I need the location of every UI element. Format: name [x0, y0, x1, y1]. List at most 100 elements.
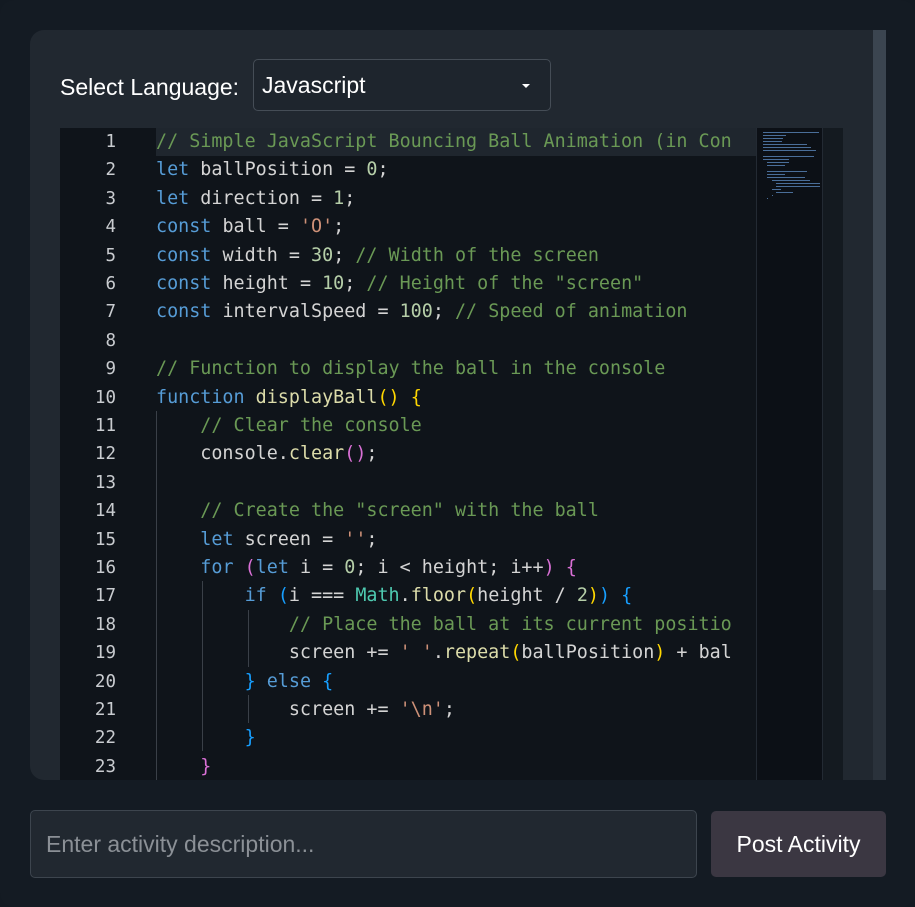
code-token: '\n'	[399, 699, 444, 720]
code-token: let	[255, 557, 289, 578]
code-token: let	[156, 187, 190, 209]
line-number: 20	[94, 671, 116, 692]
code-token: )	[587, 585, 599, 607]
minimap-line	[767, 177, 805, 178]
line-number: 7	[105, 302, 116, 323]
code-panel: Select Language: Javascript 1 2 3 4 5 6 7 8 9 10 1…	[30, 30, 886, 780]
code-token: (	[510, 642, 522, 664]
language-selected-value: Javascript	[262, 72, 366, 98]
code-token: const	[156, 244, 212, 266]
code-line: }	[156, 753, 211, 780]
code-token: const	[156, 301, 212, 323]
line-number: 12	[94, 444, 116, 465]
activity-description-input[interactable]	[30, 810, 697, 878]
minimap-line	[763, 132, 819, 133]
code-line: const height = 10; // Height of the "scr…	[156, 270, 643, 298]
code-editor[interactable]: 1 2 3 4 5 6 7 8 9 10 11 12 13 14 15 16 17 18 19 20 21 22 23 //…	[60, 128, 843, 780]
code-line: // Simple JavaScript Bouncing Ball Anima…	[156, 128, 756, 156]
code-token: // Speed of animation	[454, 301, 688, 323]
code-token: // Width of the screen	[355, 244, 599, 266]
code-line: }	[156, 724, 256, 752]
code-line: // Clear the console	[156, 412, 422, 440]
code-token: let	[200, 528, 234, 550]
post-activity-button[interactable]: Post Activity	[711, 811, 886, 877]
code-token: if	[244, 585, 267, 607]
code-line: const ball = 'O';	[156, 213, 344, 241]
code-area[interactable]: // Simple JavaScript Bouncing Ball Anima…	[156, 128, 756, 780]
minimap-line	[767, 171, 807, 172]
minimap-line	[763, 141, 782, 142]
code-minimap[interactable]	[756, 128, 823, 780]
minimap-line	[776, 186, 821, 187]
line-number: 2	[105, 160, 116, 181]
code-token: }	[244, 670, 256, 692]
code-token: ball =	[211, 216, 300, 238]
code-token: }	[200, 755, 212, 777]
caret-down-icon	[522, 84, 530, 88]
code-line: function displayBall() {	[156, 384, 422, 412]
code-token: let	[156, 159, 190, 181]
code-token: ;	[333, 244, 356, 266]
code-token: + bal	[665, 642, 732, 664]
code-token: width =	[211, 244, 312, 266]
code-token: else	[266, 670, 312, 692]
code-token: i ===	[288, 585, 356, 607]
panel-scrollbar-thumb[interactable]	[873, 30, 886, 590]
code-line: const intervalSpeed = 100; // Speed of a…	[156, 298, 688, 326]
code-token: )	[543, 557, 555, 578]
code-token: (	[466, 585, 478, 607]
code-token: ;	[377, 159, 389, 181]
code-token: height =	[211, 273, 323, 294]
code-token: 100	[399, 301, 433, 323]
minimap-line	[767, 174, 785, 175]
editor-scrollbar[interactable]	[822, 128, 843, 780]
minimap-line	[763, 147, 812, 148]
code-token: ;	[344, 187, 356, 209]
code-token: ballPosition =	[189, 159, 367, 181]
line-number: 11	[94, 416, 116, 436]
code-line: const width = 30; // Width of the screen	[156, 242, 599, 270]
minimap-line	[763, 156, 814, 157]
code-token: ;	[432, 301, 455, 323]
code-token: clear	[288, 443, 345, 465]
code-token: 1	[333, 187, 345, 209]
line-number: 6	[105, 274, 116, 294]
line-number: 5	[105, 245, 116, 266]
code-line: if (i === Math.floor(height / 2)) {	[156, 582, 633, 610]
code-token: ()	[377, 386, 400, 408]
code-line: let direction = 1;	[156, 185, 355, 213]
code-line: screen += ' '.repeat(ballPosition) + bal	[156, 639, 732, 667]
code-line: } else {	[156, 668, 334, 696]
code-token: (	[277, 585, 289, 607]
code-token: // Clear the console	[200, 415, 422, 436]
code-token: console.	[156, 443, 289, 465]
panel-scrollbar[interactable]	[873, 30, 886, 780]
code-token: height /	[477, 585, 577, 607]
line-number: 9	[105, 359, 116, 380]
code-token: ; i < height; i++	[355, 557, 544, 578]
line-number: 3	[105, 188, 116, 209]
line-number: 23	[94, 756, 116, 777]
code-token: Math	[355, 585, 400, 607]
code-line: screen += '\n';	[156, 696, 455, 724]
line-number: 1	[105, 132, 116, 152]
code-token: }	[244, 727, 256, 749]
code-line: let screen = '';	[156, 526, 377, 554]
code-token: .	[399, 585, 411, 607]
minimap-line	[767, 162, 790, 163]
language-select[interactable]: Javascript	[253, 59, 551, 111]
code-token: .	[432, 642, 444, 664]
line-number: 8	[105, 330, 116, 351]
minimap-line	[763, 135, 787, 136]
line-number: 15	[94, 529, 116, 550]
